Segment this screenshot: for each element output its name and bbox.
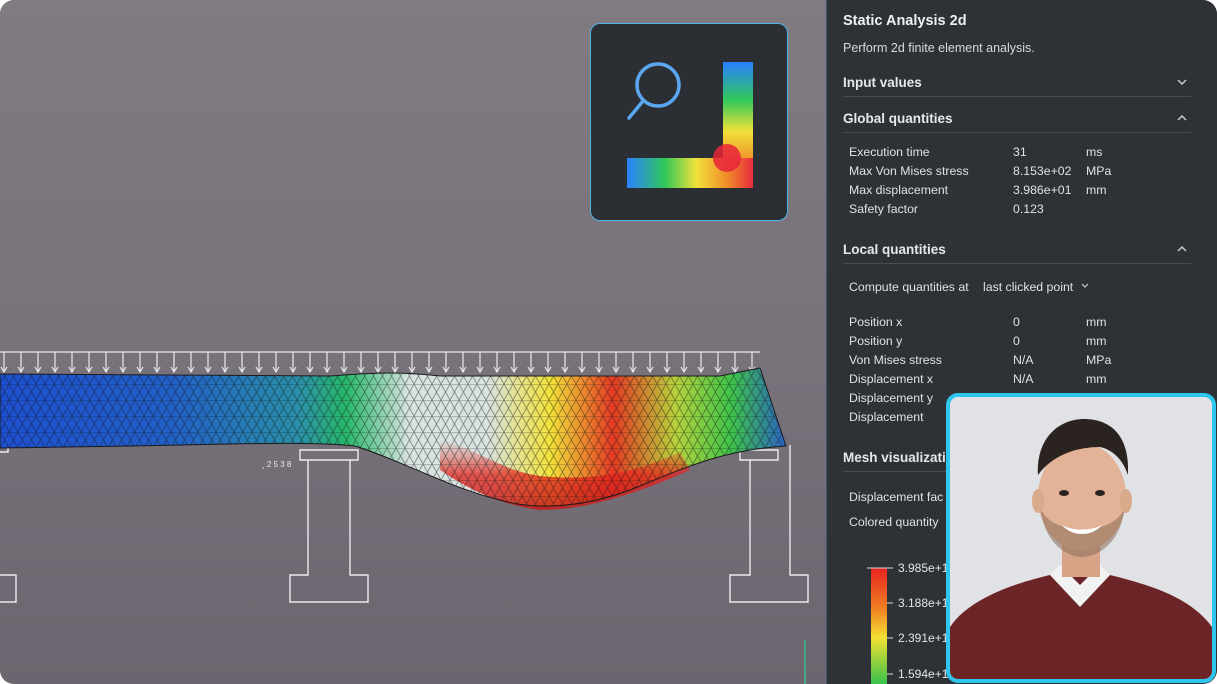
- section-label: Mesh visualizatio: [843, 450, 955, 465]
- app-logo: [590, 23, 788, 221]
- app-frame: ¸ 2 5 3 8 Static Analysis 2d Perform 2d …: [0, 0, 1217, 684]
- section-global-quantities[interactable]: Global quantities: [843, 108, 1191, 133]
- section-local-quantities[interactable]: Local quantities: [843, 239, 1191, 264]
- section-label: Input values: [843, 75, 922, 90]
- presenter-webcam: [946, 393, 1216, 683]
- global-row: Max Von Mises stress 8.153e+02 MPa: [849, 164, 1112, 178]
- drawing-label: ¸ 2 5 3 8: [262, 460, 292, 469]
- select-value: last clicked point: [983, 280, 1074, 294]
- distributed-load-arrows: [0, 351, 760, 374]
- legend-tick: 3.985e+1: [898, 561, 949, 575]
- legend-tick: 2.391e+1: [898, 631, 949, 645]
- section-label: Local quantities: [843, 242, 946, 257]
- section-label: Global quantities: [843, 111, 953, 126]
- local-row: Displacement x N/A mm: [849, 372, 1107, 386]
- chevron-up-icon: [1177, 245, 1187, 252]
- legend-tick: 3.188e+1: [898, 596, 949, 610]
- chevron-up-icon: [1177, 114, 1187, 121]
- section-input-values[interactable]: Input values: [843, 72, 1191, 97]
- fe-viewport[interactable]: ¸ 2 5 3 8: [0, 0, 826, 684]
- panel-title: Static Analysis 2d: [843, 13, 967, 29]
- panel-description: Perform 2d finite element analysis.: [843, 41, 1035, 55]
- presenter-portrait: [950, 397, 1212, 679]
- global-row: Execution time 31 ms: [849, 145, 1103, 159]
- local-row: Position y 0 mm: [849, 334, 1107, 348]
- global-row: Max displacement 3.986e+01 mm: [849, 183, 1107, 197]
- compute-quantities-select[interactable]: last clicked point: [983, 280, 1090, 294]
- global-row: Safety factor 0.123: [849, 202, 1044, 216]
- chevron-down-icon: [1081, 283, 1089, 288]
- fe-mesh-overlay: [0, 368, 786, 507]
- compute-quantities-label: Compute quantities at: [849, 280, 969, 294]
- bridge-supports-outline: [0, 439, 809, 684]
- local-row: Von Mises stress N/A MPa: [849, 353, 1112, 367]
- magnifier-icon: [627, 62, 681, 120]
- chevron-down-icon: [1177, 79, 1187, 86]
- legend-tick: 1.594e+1: [898, 667, 949, 681]
- local-row: Position x 0 mm: [849, 315, 1107, 329]
